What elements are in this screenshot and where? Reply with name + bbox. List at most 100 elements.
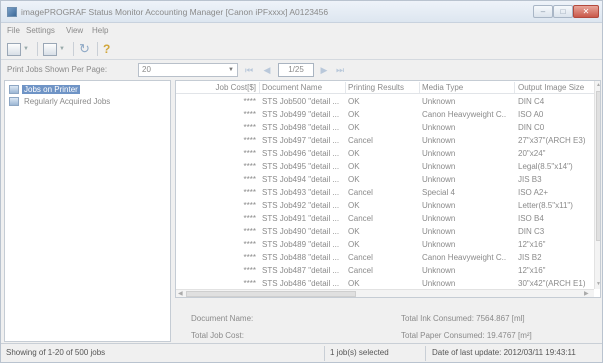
- table-row[interactable]: **** STS Job498 "detail ... OK Unknown DIN C…: [176, 121, 594, 133]
- column-header-job-cost[interactable]: Job Cost[$]: [176, 83, 256, 92]
- printing-result-cell: OK: [348, 149, 360, 158]
- menu-settings[interactable]: Settings: [26, 26, 55, 35]
- job-cost-cell: ****: [243, 227, 256, 236]
- refresh-button[interactable]: ↻: [79, 41, 90, 57]
- previous-page-button[interactable]: ◀: [262, 64, 272, 76]
- jobs-table: Job Cost[$] Document Name Printing Resul…: [175, 80, 601, 298]
- output-size-cell: 12"x16": [518, 240, 546, 249]
- media-type-cell: Canon Heavyweight C...: [422, 253, 506, 262]
- next-page-button[interactable]: ▶: [319, 64, 329, 76]
- table-row[interactable]: **** STS Job497 "detail ... Cancel Unknown 2…: [176, 134, 594, 146]
- vertical-scrollbar[interactable]: ▲ ▼: [594, 81, 600, 289]
- title-bar[interactable]: imagePROGRAF Status Monitor Accounting M…: [1, 1, 602, 23]
- window-title: imagePROGRAF Status Monitor Accounting M…: [21, 7, 329, 17]
- document-name-cell: STS Job495 "detail ...: [262, 162, 340, 171]
- first-page-button[interactable]: ⏮: [244, 64, 254, 76]
- jobs-per-page-value: 20: [142, 65, 151, 74]
- table-row[interactable]: **** STS Job491 "detail ... Cancel Unknown I…: [176, 212, 594, 224]
- document-name-label: Document Name:: [191, 314, 254, 323]
- output-size-cell: ISO A0: [518, 110, 544, 119]
- printing-result-cell: OK: [348, 97, 360, 106]
- table-row[interactable]: **** STS Job499 "detail ... OK Canon Heavyw…: [176, 108, 594, 120]
- table-row[interactable]: **** STS Job496 "detail ... OK Unknown 20"x2…: [176, 147, 594, 159]
- table-row[interactable]: **** STS Job487 "detail ... Cancel Unknown 1…: [176, 264, 594, 276]
- table-row[interactable]: **** STS Job495 "detail ... OK Unknown Legal…: [176, 160, 594, 172]
- help-icon: ?: [103, 42, 111, 56]
- app-window: imagePROGRAF Status Monitor Accounting M…: [0, 0, 603, 363]
- printing-result-cell: Cancel: [348, 266, 373, 275]
- output-size-cell: 20"x24": [518, 149, 546, 158]
- media-type-cell: Unknown: [422, 240, 456, 249]
- printing-result-cell: OK: [348, 201, 360, 210]
- help-button[interactable]: ?: [103, 41, 110, 57]
- toolbar-separator: [97, 42, 98, 56]
- scroll-left-icon[interactable]: ◀: [178, 290, 183, 297]
- scroll-up-icon[interactable]: ▲: [595, 82, 600, 88]
- job-details-pane: Document Name: Total Job Cost: Total Ink…: [175, 300, 601, 342]
- column-header-media-type[interactable]: Media Type: [422, 83, 506, 92]
- chevron-down-icon[interactable]: ▼: [23, 46, 29, 52]
- column-divider[interactable]: [345, 82, 346, 93]
- output-size-cell: DIN C3: [518, 227, 545, 236]
- menu-bar: File Settings View Help: [1, 24, 602, 37]
- horizontal-scrollbar[interactable]: ◀ ▶: [176, 289, 594, 297]
- close-button[interactable]: ✕: [573, 5, 599, 18]
- refresh-icon: ↻: [79, 41, 90, 56]
- menu-view[interactable]: View: [66, 26, 83, 35]
- printing-result-cell: Cancel: [348, 188, 373, 197]
- media-type-cell: Special 4: [422, 188, 455, 197]
- jobs-per-page-select[interactable]: 20 ▼: [138, 63, 238, 77]
- total-paper-consumed: Total Paper Consumed: 19.4767 [m²]: [401, 331, 532, 340]
- document-name-cell: STS Job489 "detail ...: [262, 240, 340, 249]
- save-button[interactable]: ▼: [7, 41, 29, 57]
- column-divider[interactable]: [419, 82, 420, 93]
- media-type-cell: Canon Heavyweight C...: [422, 110, 506, 119]
- media-type-cell: Unknown: [422, 279, 456, 288]
- page-indicator-input[interactable]: 1/25: [278, 63, 314, 77]
- column-divider[interactable]: [514, 82, 515, 93]
- table-row[interactable]: **** STS Job486 "detail ... OK Unknown 30"x4…: [176, 277, 594, 289]
- scroll-right-icon[interactable]: ▶: [584, 290, 589, 297]
- column-header-printing-results[interactable]: Printing Results: [348, 83, 418, 92]
- table-row[interactable]: **** STS Job489 "detail ... OK Unknown 12"x1…: [176, 238, 594, 250]
- properties-button[interactable]: ▼: [43, 41, 65, 57]
- document-name-cell: STS Job493 "detail ...: [262, 188, 340, 197]
- printing-result-cell: OK: [348, 110, 360, 119]
- job-cost-cell: ****: [243, 279, 256, 288]
- column-header-output-image-size[interactable]: Output Image Size: [518, 83, 594, 92]
- menu-file[interactable]: File: [7, 26, 20, 35]
- scroll-down-icon[interactable]: ▼: [595, 281, 600, 287]
- scroll-thumb[interactable]: [596, 91, 600, 241]
- status-showing-jobs: Showing of 1-20 of 500 jobs: [6, 348, 106, 357]
- menu-help[interactable]: Help: [92, 26, 108, 35]
- column-divider[interactable]: [259, 82, 260, 93]
- tree-item-jobs-on-printer[interactable]: Jobs on Printer: [9, 83, 80, 95]
- tree-item-label: Jobs on Printer: [22, 84, 80, 94]
- tree-item-regularly-acquired-jobs[interactable]: Regularly Acquired Jobs: [9, 95, 112, 107]
- jobs-per-page-label: Print Jobs Shown Per Page:: [7, 65, 108, 74]
- job-cost-cell: ****: [243, 123, 256, 132]
- column-header-document-name[interactable]: Document Name: [262, 83, 344, 92]
- media-type-cell: Unknown: [422, 214, 456, 223]
- job-cost-cell: ****: [243, 162, 256, 171]
- document-name-cell: STS Job492 "detail ...: [262, 201, 340, 210]
- maximize-button[interactable]: □: [553, 5, 573, 18]
- table-row[interactable]: **** STS Job500 "detail ... OK Unknown DIN C…: [176, 95, 594, 107]
- toolbar-separator: [37, 42, 38, 56]
- table-row[interactable]: **** STS Job494 "detail ... OK Unknown JIS B…: [176, 173, 594, 185]
- table-row[interactable]: **** STS Job488 "detail ... Cancel Canon He…: [176, 251, 594, 263]
- job-cost-cell: ****: [243, 266, 256, 275]
- output-size-cell: DIN C0: [518, 123, 545, 132]
- status-selected-count: 1 job(s) selected: [330, 348, 389, 357]
- table-row[interactable]: **** STS Job492 "detail ... OK Unknown Lette…: [176, 199, 594, 211]
- chevron-down-icon[interactable]: ▼: [59, 46, 65, 52]
- minimize-button[interactable]: –: [533, 5, 553, 18]
- document-name-cell: STS Job490 "detail ...: [262, 227, 340, 236]
- total-ink-consumed: Total Ink Consumed: 7564.867 [ml]: [401, 314, 525, 323]
- status-divider: [324, 346, 325, 361]
- last-page-button[interactable]: ⏭: [335, 64, 345, 76]
- scroll-thumb[interactable]: [186, 291, 356, 297]
- table-row[interactable]: **** STS Job490 "detail ... OK Unknown DIN C…: [176, 225, 594, 237]
- table-row[interactable]: **** STS Job493 "detail ... Cancel Special …: [176, 186, 594, 198]
- job-cost-cell: ****: [243, 136, 256, 145]
